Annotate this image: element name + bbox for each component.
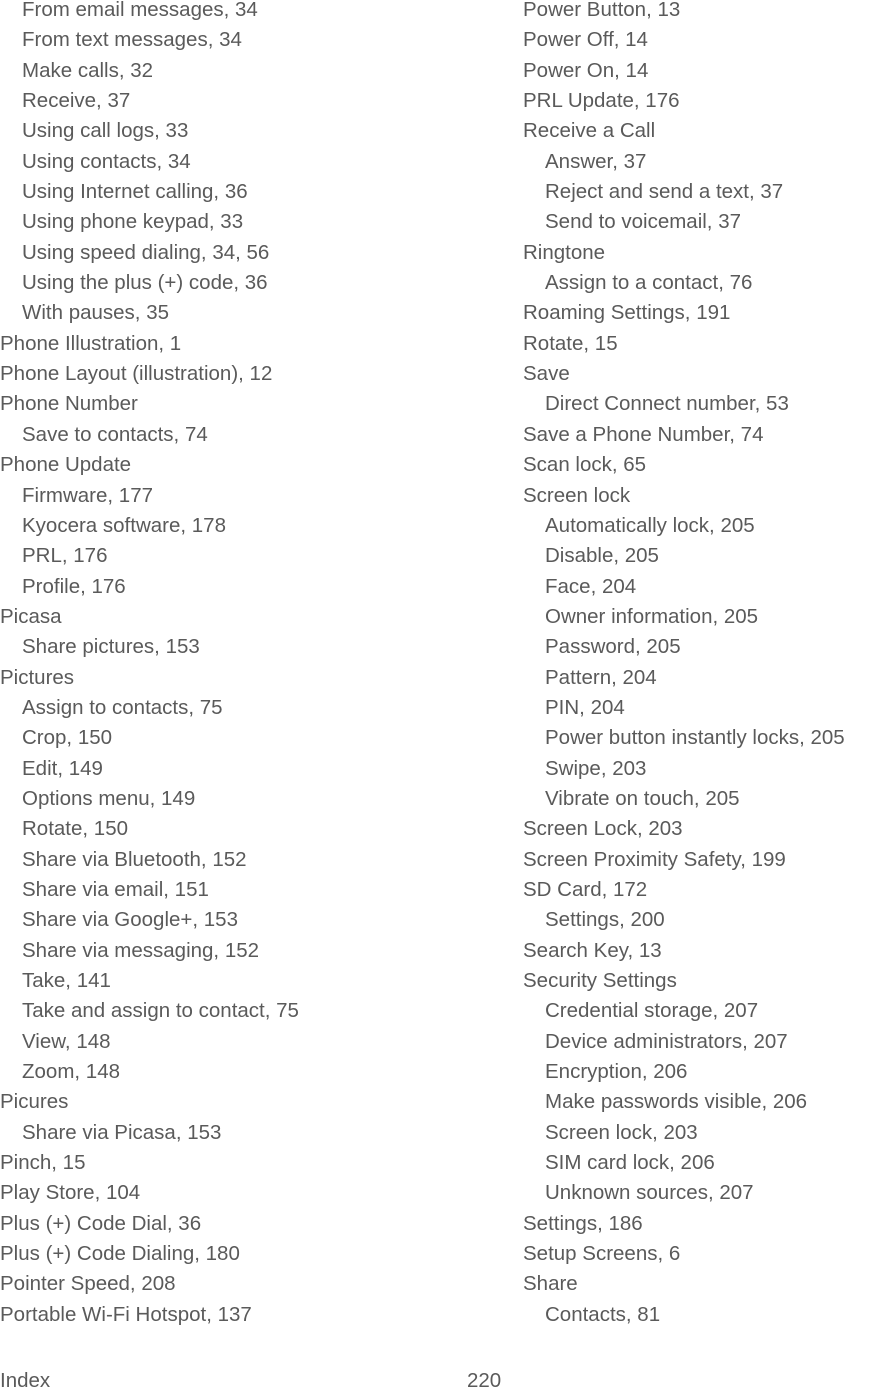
footer-page-number: 220: [467, 1369, 502, 1392]
index-entry: Receive a Call: [523, 119, 656, 143]
index-subentry: Firmware, 177: [22, 483, 154, 507]
index-entry: Phone Number: [0, 392, 138, 416]
index-subentry: Take and assign to contact, 75: [22, 999, 299, 1023]
index-subentry: View, 148: [22, 1029, 111, 1053]
index-entry: PRL Update, 176: [523, 89, 680, 113]
index-subentry: Screen lock, 203: [545, 1120, 698, 1144]
index-subentry: Take, 141: [22, 969, 111, 992]
index-entry: Settings, 186: [523, 1211, 643, 1235]
index-entry: Screen Proximity Safety, 199: [523, 847, 786, 871]
index-entry: Ringtone: [523, 240, 606, 264]
index-subentry: Unknown sources, 207: [545, 1181, 754, 1205]
index-subentry: Reject and send a text, 37: [545, 180, 784, 204]
index-entry: Power Button, 13: [523, 0, 681, 21]
index-entry: Scan lock, 65: [523, 453, 647, 477]
index-subentry: Encryption, 206: [545, 1060, 688, 1084]
index-subentry: Share via Google+, 153: [22, 908, 238, 932]
index-subentry: Rotate, 150: [22, 817, 128, 841]
index-subentry: Using the plus (+) code, 36: [22, 271, 268, 295]
index-entry: Phone Layout (illustration), 12: [0, 362, 273, 386]
index-subentry: Share via Bluetooth, 152: [22, 847, 247, 871]
index-entry: SD Card, 172: [523, 877, 648, 901]
index-subentry: Zoom, 148: [22, 1060, 120, 1084]
index-subentry: Edit, 149: [22, 756, 103, 780]
index-subentry: Credential storage, 207: [545, 999, 759, 1023]
index-subentry: Save to contacts, 74: [22, 422, 208, 446]
index-subentry: Using Internet calling, 36: [22, 180, 248, 204]
index-entry: Portable Wi-Fi Hotspot, 137: [0, 1302, 252, 1326]
index-entry: Pinch, 15: [0, 1151, 86, 1175]
index-column-right: Power Button, 13 Power Off, 14 Power On, 1…: [523, 0, 845, 1330]
index-subentry: Crop, 150: [22, 726, 113, 750]
index-subentry: With pauses, 35: [22, 301, 169, 325]
index-entry: Phone Update: [0, 453, 132, 477]
index-entry: Power Off, 14: [523, 28, 648, 52]
index-entry: Rotate, 15: [523, 331, 618, 355]
index-entry: Setup Screens, 6: [523, 1242, 681, 1266]
index-subentry: Answer, 37: [545, 149, 647, 173]
index-entry: Save: [523, 362, 570, 386]
index-entry: Plus (+) Code Dial, 36: [0, 1211, 202, 1235]
index-subentry: Direct Connect number, 53: [545, 392, 789, 416]
index-subentry: Device administrators, 207: [545, 1029, 788, 1053]
index-subentry: From text messages, 34: [22, 28, 242, 52]
index-entry: Pointer Speed, 208: [0, 1272, 176, 1296]
index-subentry: PIN, 204: [545, 695, 625, 719]
index-entry: Share: [523, 1272, 578, 1296]
index-subentry: Send to voicemail, 37: [545, 210, 742, 234]
index-subentry: Assign to a contact, 76: [545, 271, 753, 295]
index-subentry: Share via messaging, 152: [22, 938, 260, 962]
index-entry: Plus (+) Code Dialing, 180: [0, 1242, 240, 1266]
index-subentry: Receive, 37: [22, 89, 131, 113]
index-subentry: Kyocera software, 178: [22, 513, 226, 537]
index-subentry: Password, 205: [545, 635, 681, 659]
index-subentry: Power button instantly locks, 205: [545, 726, 845, 750]
index-subentry: Using contacts, 34: [22, 149, 191, 173]
index-subentry: Profile, 176: [22, 574, 126, 598]
index-subentry: Options menu, 149: [22, 786, 196, 810]
index-subentry: Share pictures, 153: [22, 635, 200, 659]
index-subentry: Owner information, 205: [545, 604, 759, 628]
index-subentry: SIM card lock, 206: [545, 1151, 715, 1175]
index-entry: Pictures: [0, 665, 75, 689]
index-subentry: Make passwords visible, 206: [545, 1090, 808, 1114]
index-entry: Picures: [0, 1090, 69, 1114]
index-subentry: PRL, 176: [22, 544, 108, 568]
index-entry: Play Store, 104: [0, 1181, 141, 1205]
index-subentry: Assign to contacts, 75: [22, 695, 223, 719]
index-entry: Search Key, 13: [523, 938, 662, 962]
index-subentry: Using phone keypad, 33: [22, 210, 244, 234]
index-subentry: Swipe, 203: [545, 756, 647, 780]
index-entry: Screen lock: [523, 483, 631, 507]
index-subentry: Settings, 200: [545, 908, 665, 932]
index-subentry: Pattern, 204: [545, 665, 657, 689]
index-entry: Security Settings: [523, 969, 677, 992]
index-subentry: Make calls, 32: [22, 58, 154, 82]
index-subentry: Disable, 205: [545, 544, 659, 568]
index-subentry: Using speed dialing, 34, 56: [22, 240, 270, 264]
index-subentry: Share via email, 151: [22, 877, 209, 901]
index-subentry: Vibrate on touch, 205: [545, 786, 740, 810]
index-entry: Picasa: [0, 604, 62, 628]
index-subentry: Automatically lock, 205: [545, 513, 755, 537]
index-entry: Power On, 14: [523, 58, 649, 82]
index-column-left: From email messages, 34 From text message…: [0, 0, 299, 1330]
index-entry: Save a Phone Number, 74: [523, 422, 764, 446]
index-subentry: Using call logs, 33: [22, 119, 189, 143]
index-subentry: From email messages, 34: [22, 0, 258, 21]
footer-section-label: Index: [0, 1369, 51, 1392]
index-entry: Roaming Settings, 191: [523, 301, 731, 325]
index-subentry: Share via Picasa, 153: [22, 1120, 222, 1144]
index-subentry: Face, 204: [545, 574, 637, 598]
index-entry: Screen Lock, 203: [523, 817, 683, 841]
index-entry: Phone Illustration, 1: [0, 331, 182, 355]
index-subentry: Contacts, 81: [545, 1302, 661, 1326]
